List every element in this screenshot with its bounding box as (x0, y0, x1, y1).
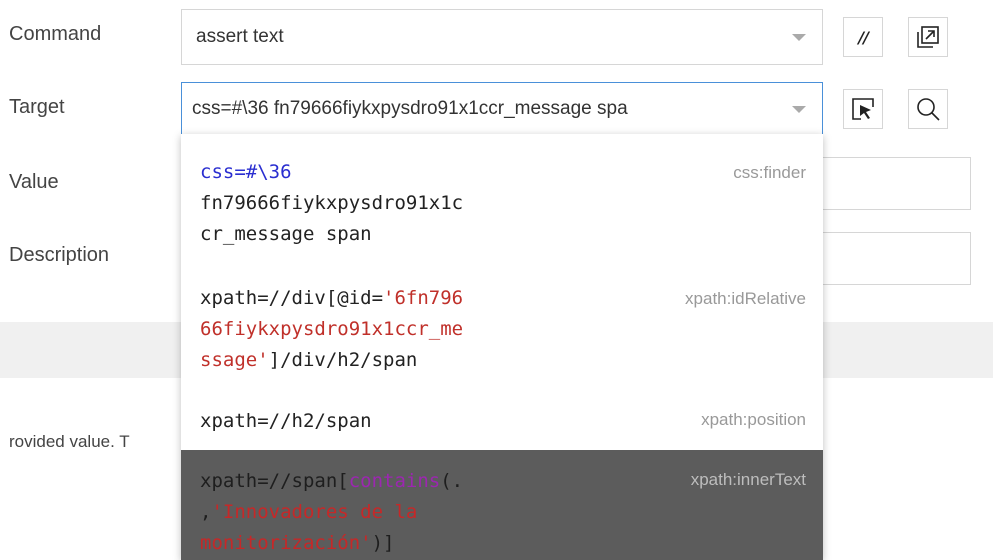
comment-icon: // (858, 27, 869, 47)
target-option-css-finder[interactable]: css=#\36 fn79666fiykxpysdro91x1c cr_mess… (181, 134, 823, 271)
target-option-strategy: xpath:idRelative (685, 289, 806, 308)
search-icon (917, 98, 940, 121)
target-label: Target (9, 96, 65, 118)
target-option-locator: xpath=//h2/span (200, 410, 372, 432)
target-suggestions-dropdown[interactable]: css=#\36 fn79666fiykxpysdro91x1c cr_mess… (181, 134, 823, 560)
chevron-down-icon[interactable] (792, 34, 806, 41)
open-in-window-icon (917, 26, 939, 48)
find-target-button[interactable] (908, 89, 948, 129)
target-input[interactable]: css=#\36 fn79666fiykxpysdro91x1ccr_messa… (181, 82, 823, 136)
target-option-strategy: css:finder (733, 163, 806, 182)
command-input-value: assert text (196, 26, 284, 47)
target-option-strategy: xpath:position (701, 410, 806, 429)
target-option-locator: xpath=//div[@id='6fn796 66fiykxpysdro91x… (200, 287, 464, 371)
target-input-value: css=#\36 fn79666fiykxpysdro91x1ccr_messa… (192, 98, 628, 119)
command-label: Command (9, 23, 102, 45)
select-element-icon (852, 98, 874, 120)
target-option-xpath-innertext[interactable]: xpath=//span[contains(. ,'Innovadores de… (181, 450, 823, 560)
open-reference-button[interactable] (908, 17, 948, 57)
comment-toggle-button[interactable]: // (843, 17, 883, 57)
target-option-locator: xpath=//span[contains(. ,'Innovadores de… (200, 470, 464, 554)
select-target-button[interactable] (843, 89, 883, 129)
target-option-strategy: xpath:innerText (690, 470, 806, 489)
target-option-locator: css=#\36 fn79666fiykxpysdro91x1c cr_mess… (200, 161, 464, 245)
value-label: Value (9, 171, 59, 193)
command-input[interactable]: assert text (181, 9, 823, 65)
target-option-xpath-idrelative[interactable]: xpath=//div[@id='6fn796 66fiykxpysdro91x… (181, 271, 823, 398)
description-label: Description (9, 244, 110, 266)
reference-text: rovided value. T (9, 432, 130, 451)
chevron-down-icon[interactable] (792, 106, 806, 113)
target-option-xpath-position[interactable]: xpath=//h2/span xpath:position (181, 398, 823, 450)
